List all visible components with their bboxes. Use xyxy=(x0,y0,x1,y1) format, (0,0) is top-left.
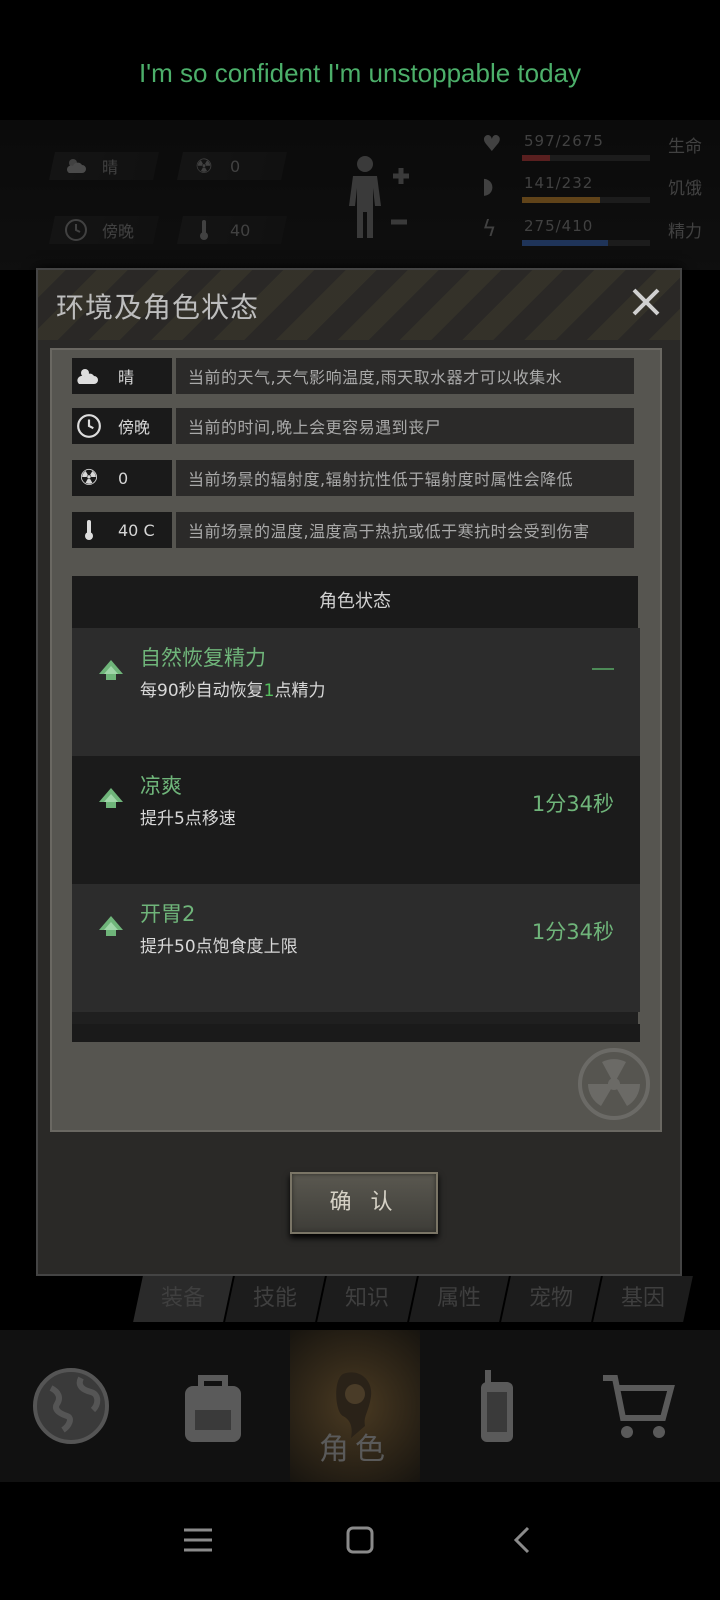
tab-pets[interactable]: 宠物 xyxy=(501,1276,601,1322)
content-panel: 晴 当前的天气,天气影响温度,雨天取水器才可以收集水 傍晚 当前的时间,晚上会更… xyxy=(50,348,662,1132)
env-desc: 当前场景的辐射度,辐射抗性低于辐射度时属性会降低 xyxy=(176,460,634,496)
home-icon[interactable] xyxy=(340,1520,380,1560)
status-footer xyxy=(72,1024,640,1042)
status-item[interactable]: 凉爽 提升5点移速 1分34秒 xyxy=(72,756,640,884)
backpack-icon xyxy=(185,1375,241,1442)
status-desc: 提升5点移速 xyxy=(140,809,236,829)
status-item[interactable]: 自然恢复精力 每90秒自动恢复1点精力 xyxy=(72,628,640,756)
close-icon xyxy=(632,288,660,316)
env-key: 晴 xyxy=(118,368,135,387)
tab-skills[interactable]: 技能 xyxy=(225,1276,325,1322)
env-desc: 当前场景的温度,温度高于热抗或低于寒抗时会受到伤害 xyxy=(176,512,634,548)
globe-icon xyxy=(33,1368,109,1444)
env-row-temperature: 40 C 当前场景的温度,温度高于热抗或低于寒抗时会受到伤害 xyxy=(72,512,634,548)
nav-radio[interactable] xyxy=(432,1330,562,1482)
menu-icon[interactable] xyxy=(178,1520,218,1560)
nav-world-map[interactable] xyxy=(6,1330,136,1482)
status-timer: 1分34秒 xyxy=(531,920,614,944)
system-navigation-bar xyxy=(0,1482,720,1600)
shopping-cart-icon xyxy=(603,1375,675,1438)
dialog-header: 环境及角色状态 xyxy=(38,270,680,340)
env-key: 40 C xyxy=(118,520,155,540)
back-icon[interactable] xyxy=(502,1520,542,1560)
banner-text: I'm so confident I'm unstoppable today xyxy=(138,58,582,88)
close-button[interactable] xyxy=(626,282,666,322)
confirm-button[interactable]: 确 认 xyxy=(290,1172,438,1234)
status-desc: 提升50点饱食度上限 xyxy=(140,937,298,957)
tab-equipment[interactable]: 装备 xyxy=(133,1276,233,1322)
status-up-arrow-icon xyxy=(99,916,123,936)
env-key: 傍晚 xyxy=(118,418,151,437)
tab-attributes[interactable]: 属性 xyxy=(409,1276,509,1322)
bottom-navigation: 角色 xyxy=(0,1330,720,1482)
tab-knowledge[interactable]: 知识 xyxy=(317,1276,417,1322)
environment-status-dialog: 环境及角色状态 晴 当前的天气,天气影响温度,雨天取水器才可以收集水 傍晚 当前… xyxy=(36,268,682,1276)
env-row-radiation: ☢ 0 当前场景的辐射度,辐射抗性低于辐射度时属性会降低 xyxy=(72,460,634,496)
character-status-list: 角色状态 自然恢复精力 每90秒自动恢复1点精力 凉爽 提升5点移速 1分34秒… xyxy=(72,576,640,1042)
status-desc: 每90秒自动恢复1点精力 xyxy=(140,681,326,701)
status-name: 自然恢复精力 xyxy=(140,646,266,670)
nav-backpack[interactable] xyxy=(148,1330,278,1482)
env-desc: 当前的天气,天气影响温度,雨天取水器才可以收集水 xyxy=(176,358,634,394)
top-banner: I'm so confident I'm unstoppable today xyxy=(0,0,720,120)
weather-icon xyxy=(72,364,106,388)
status-header: 角色状态 xyxy=(72,576,638,628)
env-key: 0 xyxy=(118,468,129,488)
status-up-arrow-icon xyxy=(99,660,123,680)
status-name: 开胃2 xyxy=(140,902,196,926)
character-subtabs: 装备 技能 知识 属性 宠物 基因 xyxy=(130,1276,720,1326)
status-up-arrow-icon xyxy=(99,788,123,808)
walkie-talkie-icon xyxy=(481,1370,513,1442)
status-timer: 1分34秒 xyxy=(531,792,614,816)
radiation-icon: ☢ xyxy=(79,465,99,491)
env-row-time: 傍晚 当前的时间,晚上会更容易遇到丧尸 xyxy=(72,408,634,444)
env-desc: 当前的时间,晚上会更容易遇到丧尸 xyxy=(176,408,634,444)
status-name: 凉爽 xyxy=(140,774,182,798)
radiation-watermark-icon xyxy=(578,1048,650,1120)
status-no-timer xyxy=(592,668,614,670)
tab-genes[interactable]: 基因 xyxy=(593,1276,693,1322)
nav-character[interactable]: 角色 xyxy=(290,1330,420,1482)
status-item[interactable]: 开胃2 提升50点饱食度上限 1分34秒 xyxy=(72,884,640,1012)
nav-shop[interactable] xyxy=(574,1330,704,1482)
dialog-title: 环境及角色状态 xyxy=(56,291,260,324)
thermometer-icon xyxy=(72,518,106,542)
clock-icon xyxy=(72,413,106,439)
nav-character-label: 角色 xyxy=(319,1432,391,1467)
env-row-weather: 晴 当前的天气,天气影响温度,雨天取水器才可以收集水 xyxy=(72,358,634,394)
